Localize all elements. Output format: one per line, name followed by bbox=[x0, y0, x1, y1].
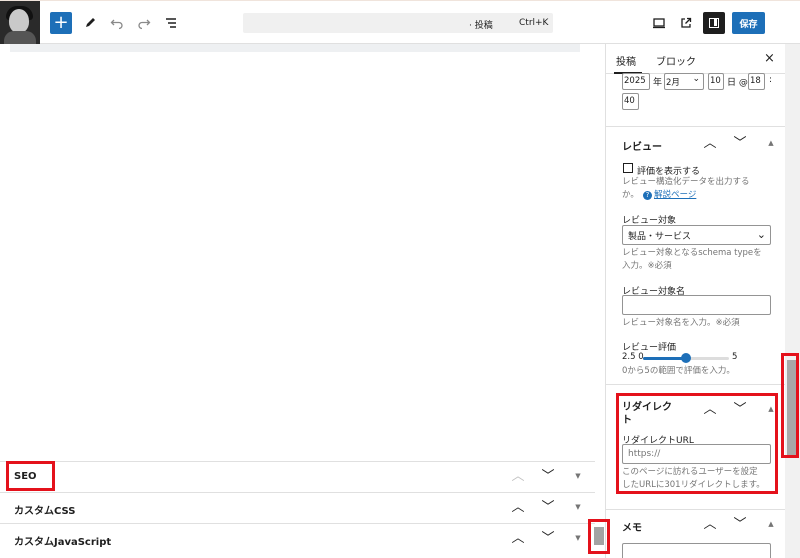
panel-review-header[interactable]: レビュー ︿ ﹀ ▲ bbox=[606, 129, 786, 159]
chevron-down-icon: ⌄ bbox=[692, 74, 700, 84]
command-shortcut: Ctrl+K bbox=[519, 18, 549, 28]
highlight-seo bbox=[6, 461, 55, 491]
sidebar-scrollbar[interactable] bbox=[785, 44, 800, 558]
show-rating-help-2: か。 bbox=[622, 190, 639, 200]
save-button[interactable]: 保存 bbox=[732, 12, 765, 34]
panel-review-title: レビュー bbox=[622, 142, 662, 153]
tab-post[interactable]: 投稿 bbox=[616, 53, 636, 68]
caret-down-icon[interactable]: ▼ bbox=[573, 502, 583, 512]
help-page-link[interactable]: 解説ページ bbox=[654, 189, 696, 202]
memo-textarea[interactable] bbox=[622, 543, 771, 558]
review-target-select[interactable]: 製品・サービス ⌄ bbox=[622, 225, 771, 245]
rating-slider-fill bbox=[643, 357, 686, 360]
panel-js-title: カスタムJavaScript bbox=[14, 537, 112, 548]
editor-app: + · 投稿 Ctrl+K 保存 SEO ︿ ﹀ ▼ カスタムCSS ︿ ﹀ ▼… bbox=[0, 0, 800, 558]
panel-css-title: カスタムCSS bbox=[14, 506, 76, 517]
undo-icon[interactable] bbox=[106, 12, 128, 34]
settings-sidebar-toggle[interactable] bbox=[703, 12, 725, 34]
close-icon[interactable]: × bbox=[764, 51, 775, 66]
redo-icon[interactable] bbox=[133, 12, 155, 34]
chevron-down-icon[interactable]: ﹀ bbox=[540, 500, 556, 516]
time-colon: : bbox=[769, 75, 773, 85]
command-palette-button[interactable]: · 投稿 Ctrl+K bbox=[243, 13, 553, 33]
rating-slider-handle[interactable] bbox=[681, 353, 691, 363]
pencil-icon[interactable] bbox=[79, 12, 101, 34]
review-target-help-2: 入力。※必須 bbox=[622, 261, 672, 271]
chevron-up-icon[interactable]: ︿ bbox=[510, 500, 526, 516]
chevron-up-icon[interactable]: ︿ bbox=[510, 531, 526, 547]
review-name-help: レビュー対象名を入力。※必須 bbox=[622, 318, 740, 328]
panel-custom-js[interactable]: カスタムJavaScript ︿ ﹀ ▼ bbox=[0, 523, 595, 558]
chevron-down-icon: ⌄ bbox=[756, 228, 766, 241]
sidebar-tabs: 投稿 ブロック × bbox=[606, 44, 786, 74]
day-suffix: 日 @ bbox=[727, 78, 748, 88]
chevron-up-icon[interactable]: ︿ bbox=[702, 517, 718, 533]
review-target-help: レビュー対象となるschema typeを bbox=[622, 248, 762, 258]
panel-memo-header[interactable]: メモ ︿ ﹀ ▲ bbox=[606, 510, 786, 540]
highlight-redirect bbox=[616, 393, 778, 494]
list-view-icon[interactable] bbox=[160, 12, 182, 34]
caret-down-icon[interactable]: ▼ bbox=[573, 533, 583, 543]
editor-canvas[interactable]: SEO ︿ ﹀ ▼ カスタムCSS ︿ ﹀ ▼ カスタムJavaScript ︿… bbox=[0, 44, 595, 558]
rating-min-label: 2.5 0 bbox=[622, 352, 644, 362]
year-suffix: 年 bbox=[653, 78, 663, 88]
avatar[interactable] bbox=[0, 1, 40, 45]
panel-seo[interactable]: SEO ︿ ﹀ ▼ bbox=[0, 461, 595, 492]
help-icon: ? bbox=[643, 191, 652, 200]
sidebar-icon bbox=[709, 18, 719, 28]
rating-slider[interactable] bbox=[643, 353, 729, 363]
chevron-down-icon[interactable]: ﹀ bbox=[540, 531, 556, 547]
chevron-down-icon[interactable]: ﹀ bbox=[732, 136, 748, 152]
show-rating-checkbox[interactable] bbox=[623, 163, 633, 173]
caret-up-icon[interactable]: ▲ bbox=[766, 138, 776, 148]
canvas-top-strip bbox=[10, 44, 580, 52]
editor-toolbar: + · 投稿 Ctrl+K 保存 bbox=[0, 0, 800, 45]
review-target-value: 製品・サービス bbox=[628, 232, 692, 242]
day-field[interactable]: 10 bbox=[708, 73, 724, 90]
chevron-up-icon[interactable]: ︿ bbox=[510, 469, 526, 485]
rating-max-label: 5 bbox=[732, 352, 738, 362]
highlight-canvas-scroll bbox=[588, 519, 610, 554]
hour-field[interactable]: 18 bbox=[748, 73, 765, 90]
minute-field[interactable]: 40 bbox=[622, 93, 639, 110]
month-select[interactable]: 2月 ⌄ bbox=[664, 73, 704, 90]
chevron-down-icon[interactable]: ﹀ bbox=[540, 469, 556, 485]
external-link-icon[interactable] bbox=[675, 12, 697, 34]
month-value: 2月 bbox=[666, 78, 680, 88]
chevron-up-icon[interactable]: ︿ bbox=[702, 136, 718, 152]
panel-memo-title: メモ bbox=[622, 523, 642, 534]
tab-block[interactable]: ブロック bbox=[656, 53, 696, 68]
chevron-down-icon[interactable]: ﹀ bbox=[732, 517, 748, 533]
review-name-input[interactable] bbox=[622, 295, 771, 315]
caret-up-icon[interactable]: ▲ bbox=[766, 519, 776, 529]
command-palette-label: · 投稿 bbox=[469, 21, 493, 31]
caret-down-icon[interactable]: ▼ bbox=[573, 471, 583, 481]
add-block-button[interactable]: + bbox=[50, 12, 72, 34]
show-rating-help: レビュー構造化データを出力する bbox=[622, 177, 750, 187]
year-field[interactable]: 2025 bbox=[622, 73, 650, 90]
panel-custom-css[interactable]: カスタムCSS ︿ ﹀ ▼ bbox=[0, 492, 595, 523]
rating-help: 0から5の範囲で評価を入力。 bbox=[622, 366, 735, 376]
highlight-scrollbar bbox=[781, 353, 799, 458]
desktop-icon[interactable] bbox=[648, 12, 670, 34]
